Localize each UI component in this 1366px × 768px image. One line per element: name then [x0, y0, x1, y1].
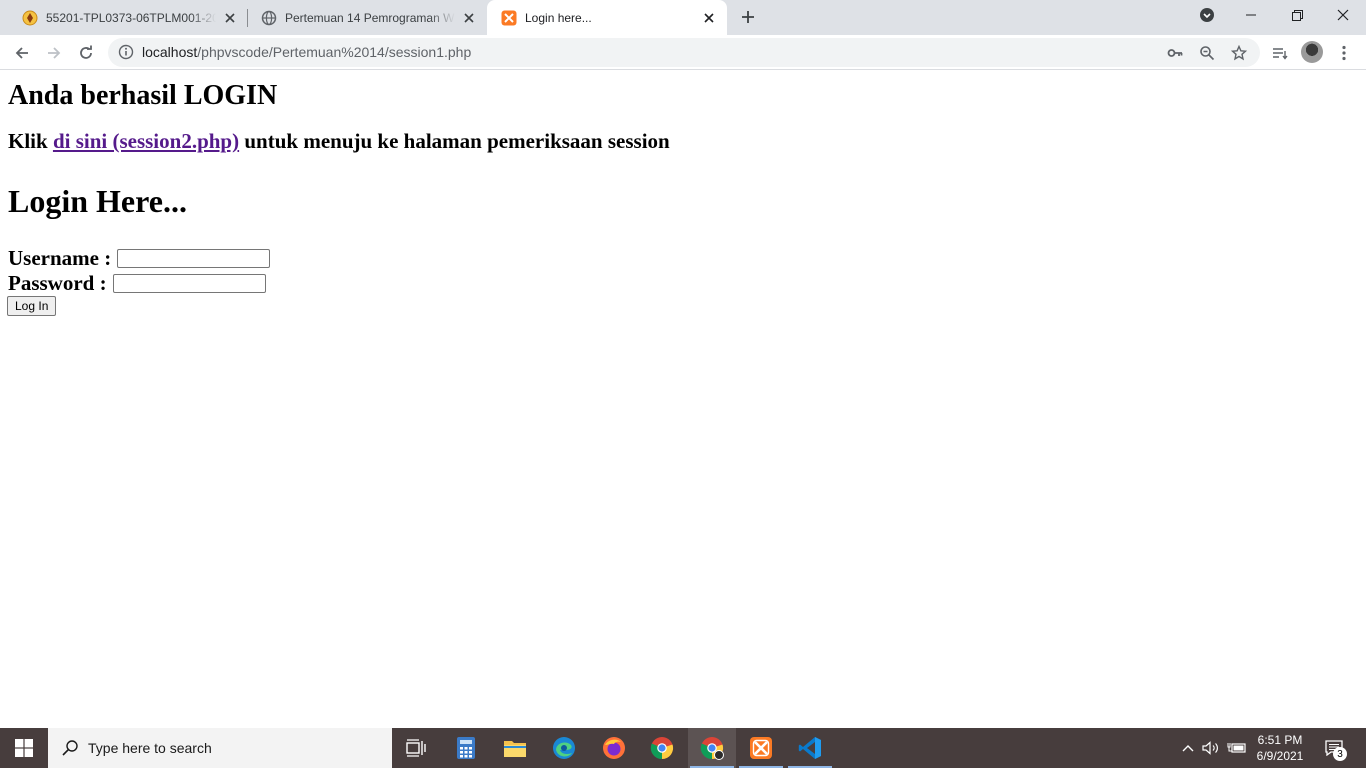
folder-icon: [504, 741, 526, 757]
login-button[interactable]: Log In: [7, 296, 57, 316]
moodle-icon: [22, 10, 38, 26]
zoom-icon[interactable]: [1198, 44, 1216, 62]
volume-button[interactable]: [1200, 728, 1222, 768]
battery-button[interactable]: [1225, 728, 1249, 768]
tab-login-here[interactable]: Login here...: [487, 0, 727, 35]
tab-title: 55201-TPL0373-06TPLM001-2020: [46, 10, 216, 25]
notification-count-badge: 3: [1333, 747, 1347, 761]
arrow-left-icon: [15, 47, 28, 59]
browser-tab-strip: 55201-TPL0373-06TPLM001-2020 Pertemuan 1…: [0, 0, 1366, 35]
xampp-icon: [750, 737, 772, 759]
reading-list-icon: [1273, 48, 1288, 60]
taskbar-chrome-profile[interactable]: [688, 728, 736, 768]
address-bar[interactable]: localhost/phpvscode/Pertemuan%2014/sessi…: [108, 38, 1260, 67]
back-button[interactable]: [8, 39, 36, 67]
globe-icon: [261, 10, 277, 26]
chrome-icon: [650, 737, 674, 760]
kebab-menu-icon: [1342, 45, 1346, 61]
reading-list-button[interactable]: [1266, 39, 1294, 67]
battery-icon: [1227, 743, 1246, 753]
browser-toolbar: localhost/phpvscode/Pertemuan%2014/sessi…: [0, 35, 1366, 70]
star-icon[interactable]: [1230, 44, 1248, 62]
taskbar-chrome[interactable]: [638, 728, 686, 768]
search-placeholder: Type here to search: [88, 740, 212, 756]
taskbar-xampp[interactable]: [737, 728, 785, 768]
search-icon: [60, 738, 80, 758]
chrome-icon: [700, 737, 724, 760]
tab-pertemuan[interactable]: Pertemuan 14 Pemrograman Web: [247, 0, 487, 35]
taskbar-clock[interactable]: 6:51 PM 6/9/2021: [1252, 732, 1308, 764]
key-icon[interactable]: [1166, 44, 1184, 62]
window-close-button[interactable]: [1320, 0, 1366, 30]
info-icon[interactable]: [118, 44, 134, 60]
close-icon[interactable]: [461, 10, 477, 26]
chevron-down-icon: [1200, 8, 1214, 22]
restore-button[interactable]: [1274, 0, 1320, 30]
forward-button[interactable]: [40, 39, 68, 67]
password-label: Password :: [8, 271, 107, 295]
start-button[interactable]: [0, 728, 48, 768]
tab-moodle[interactable]: 55201-TPL0373-06TPLM001-2020: [8, 0, 248, 35]
volume-icon: [1202, 741, 1218, 755]
url-path: /phpvscode/Pertemuan%2014/session1.php: [197, 44, 472, 60]
reload-button[interactable]: [72, 39, 100, 67]
taskbar-vscode[interactable]: [786, 728, 834, 768]
login-heading: Login Here...: [8, 183, 187, 219]
url-host: localhost: [142, 44, 198, 60]
arrow-right-icon: [48, 47, 61, 59]
show-hidden-icons-button[interactable]: [1178, 728, 1198, 768]
address-url: localhost/phpvscode/Pertemuan%2014/sessi…: [142, 44, 471, 60]
menu-button[interactable]: [1330, 39, 1358, 67]
username-input[interactable]: [117, 249, 271, 268]
password-row: Password :: [8, 271, 266, 296]
chevron-up-icon: [1182, 745, 1194, 752]
task-view-icon: [406, 739, 426, 757]
close-icon[interactable]: [222, 10, 238, 26]
close-icon[interactable]: [701, 10, 717, 26]
taskbar-firefox[interactable]: [590, 728, 638, 768]
tab-title: Pertemuan 14 Pemrograman Web: [285, 10, 455, 25]
success-heading: Anda berhasil LOGIN: [8, 80, 278, 111]
xampp-icon: [501, 10, 517, 26]
task-view-button[interactable]: [392, 728, 440, 768]
taskbar-file-explorer[interactable]: [491, 728, 539, 768]
tab-search-button[interactable]: [1184, 0, 1230, 30]
username-row: Username :: [8, 246, 271, 271]
session-link-paragraph: Klik di sini (session2.php) untuk menuju…: [8, 129, 670, 154]
new-tab-button[interactable]: [736, 5, 760, 29]
link-suffix: untuk menuju ke halaman pemeriksaan sess…: [244, 129, 670, 153]
password-input[interactable]: [112, 274, 266, 293]
windows-logo-icon: [15, 739, 33, 757]
tab-title: Login here...: [525, 10, 592, 25]
page-content: Anda berhasil LOGIN Klik di sini (sessio…: [0, 71, 1366, 728]
windows-taskbar: Type here to search 6:51 PM 6/9/2021 3: [0, 728, 1366, 768]
reload-icon: [80, 45, 92, 59]
taskbar-edge[interactable]: [540, 728, 588, 768]
link-prefix: Klik: [8, 129, 48, 153]
username-label: Username :: [8, 246, 112, 270]
taskbar-calculator[interactable]: [442, 728, 490, 768]
minimize-button[interactable]: [1228, 0, 1274, 30]
profile-avatar[interactable]: [1301, 41, 1323, 63]
taskbar-search-box[interactable]: Type here to search: [48, 728, 392, 768]
session2-link[interactable]: di sini (session2.php): [53, 129, 239, 153]
edge-icon: [553, 737, 575, 759]
calculator-icon: [457, 737, 475, 759]
clock-date: 6/9/2021: [1256, 749, 1304, 763]
vscode-icon: [798, 737, 821, 759]
clock-time: 6:51 PM: [1257, 733, 1303, 747]
firefox-icon: [603, 737, 625, 759]
